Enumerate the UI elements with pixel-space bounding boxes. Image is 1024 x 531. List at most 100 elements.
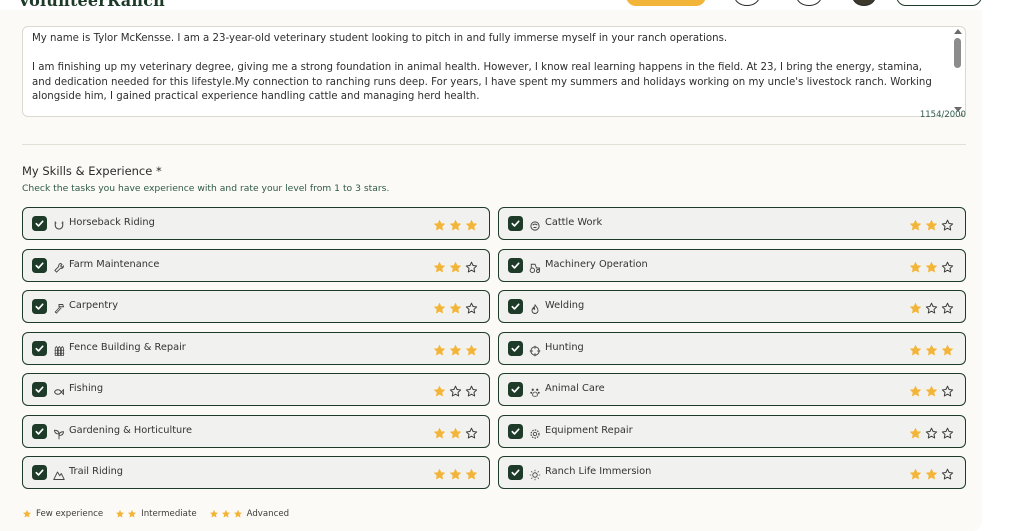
legend-label: Intermediate [141,509,197,519]
star-filled-icon[interactable] [925,383,938,397]
star-empty-icon[interactable] [925,425,938,438]
star-filled-icon[interactable] [449,259,462,272]
star-filled-icon[interactable] [909,259,922,272]
star-filled-icon[interactable] [925,342,938,355]
textarea-scrollbar[interactable] [953,29,963,114]
skill-label: Gardening & Horticulture [69,424,193,436]
skill-item[interactable]: Gardening & Horticulture [22,414,490,448]
star-filled-icon[interactable] [909,342,922,355]
star-filled-icon[interactable] [909,425,922,438]
star-filled-icon[interactable] [941,342,954,355]
star-filled-icon[interactable] [465,342,478,355]
skill-item[interactable]: Carpentry [22,290,490,323]
legend-item: Advanced [209,509,289,519]
star-empty-icon[interactable] [465,300,478,314]
star-filled-icon [128,509,137,518]
account-menu-button[interactable] [896,0,982,6]
checkmark-icon [511,386,520,393]
skill-checkbox[interactable] [508,465,523,480]
skill-checkbox[interactable] [32,299,47,314]
skill-checkbox[interactable] [508,340,523,356]
skill-item[interactable]: Fishing [22,373,490,406]
star-empty-icon[interactable] [941,425,954,438]
primary-action-button[interactable] [626,0,706,6]
messages-icon[interactable] [796,0,822,6]
skill-item[interactable]: Trail Riding [22,456,490,489]
star-filled-icon[interactable] [449,466,462,480]
flame-icon [529,300,541,314]
skills-section-title: My Skills & Experience * [22,164,162,178]
star-rating [433,383,478,397]
user-avatar[interactable] [852,0,876,6]
skill-checkbox[interactable] [508,423,523,439]
skill-item[interactable]: Ranch Life Immersion [498,456,966,489]
about-me-textarea[interactable]: My name is Tylor McKensse. I am a 23-yea… [22,26,966,117]
skill-item[interactable]: Welding [498,290,966,323]
skill-item[interactable]: Farm Maintenance [22,248,490,282]
crosshair-icon [529,342,541,356]
scroll-up-arrow-icon[interactable] [954,29,962,34]
skill-label: Animal Care [545,383,605,394]
star-empty-icon[interactable] [465,383,478,397]
star-rating [433,466,478,480]
star-empty-icon[interactable] [465,259,478,272]
skill-label: Welding [545,300,585,311]
skill-item[interactable]: Cattle Work [498,207,966,240]
skill-label: Fishing [69,383,104,394]
horseshoe-icon [53,217,65,230]
checkmark-icon [35,344,44,352]
skill-checkbox[interactable] [32,257,47,273]
star-filled-icon [233,509,242,518]
star-empty-icon[interactable] [941,259,954,272]
star-filled-icon[interactable] [449,300,462,314]
star-empty-icon[interactable] [941,300,954,314]
star-empty-icon[interactable] [449,383,462,397]
skill-item[interactable]: Hunting [498,331,966,365]
star-filled-icon[interactable] [925,466,938,480]
skill-checkbox[interactable] [32,423,47,439]
skill-item[interactable]: Fence Building & Repair [22,331,490,365]
notifications-icon[interactable] [734,0,760,6]
star-filled-icon[interactable] [465,466,478,480]
skill-item[interactable]: Horseback Riding [22,207,490,240]
star-filled-icon[interactable] [449,425,462,438]
star-filled-icon[interactable] [433,217,446,231]
skill-item[interactable]: Animal Care [498,373,966,406]
star-filled-icon[interactable] [909,466,922,480]
skill-item[interactable]: Equipment Repair [498,414,966,448]
skill-checkbox[interactable] [508,299,523,314]
skill-item[interactable]: Machinery Operation [498,248,966,282]
star-filled-icon[interactable] [433,342,446,355]
star-filled-icon[interactable] [925,217,938,231]
star-filled-icon[interactable] [909,217,922,231]
star-filled-icon[interactable] [909,383,922,397]
star-empty-icon[interactable] [941,383,954,397]
skill-checkbox[interactable] [32,382,47,397]
star-rating [909,217,954,231]
skill-checkbox[interactable] [508,382,523,397]
star-empty-icon[interactable] [941,217,954,231]
star-filled-icon[interactable] [449,217,462,231]
star-empty-icon[interactable] [925,300,938,314]
section-divider [22,144,966,145]
star-filled-icon[interactable] [433,425,446,438]
star-filled-icon[interactable] [433,259,446,272]
star-filled-icon[interactable] [925,259,938,272]
skill-checkbox[interactable] [508,216,523,231]
skill-label: Horseback Riding [69,217,155,228]
star-filled-icon[interactable] [433,300,446,314]
skill-checkbox[interactable] [508,257,523,273]
star-filled-icon[interactable] [449,342,462,355]
star-empty-icon[interactable] [941,466,954,480]
skill-checkbox[interactable] [32,465,47,480]
star-filled-icon[interactable] [433,466,446,480]
skill-checkbox[interactable] [32,216,47,231]
star-filled-icon[interactable] [465,217,478,231]
star-filled-icon[interactable] [433,383,446,397]
skill-checkbox[interactable] [32,340,47,356]
site-logo[interactable]: VolunteerRanch [18,0,165,10]
scrollbar-thumb[interactable] [954,38,961,68]
star-rating [909,259,954,272]
star-filled-icon[interactable] [909,300,922,314]
star-empty-icon[interactable] [465,425,478,438]
